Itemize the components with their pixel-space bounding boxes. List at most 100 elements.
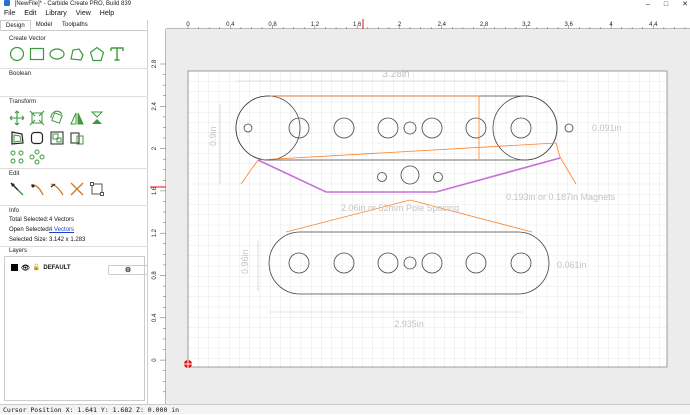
- trim-tool[interactable]: [29, 181, 45, 197]
- vertical-ruler: 2.8 2.4 2 1.6 1.2 0.8 0.4 0: [150, 29, 166, 404]
- ruler-top-label: 4.4: [649, 22, 658, 28]
- total-selected-row: Total Selected: 4 Vectors: [0, 215, 148, 225]
- edit-section: Edit: [0, 170, 148, 178]
- polyline-tool[interactable]: [69, 46, 85, 62]
- panel-tabs: Design Model Toolpaths: [0, 20, 147, 31]
- tab-toolpaths[interactable]: Toolpaths: [57, 20, 93, 30]
- ruler-top-label: 2.4: [438, 22, 447, 28]
- open-selected-link[interactable]: 4 Vectors: [49, 225, 74, 235]
- polygon-tool[interactable]: [89, 46, 105, 62]
- mirror-tool[interactable]: [69, 110, 85, 126]
- app-icon: [4, 0, 10, 7]
- divider: [0, 205, 148, 206]
- ruler-left-label: 2.4: [152, 101, 158, 110]
- transform-tools-row3: [9, 149, 45, 165]
- fillet-tool[interactable]: [29, 130, 45, 146]
- ruler-top-label: 4: [609, 22, 613, 28]
- array-icon: [10, 150, 24, 164]
- join-icon: [50, 183, 64, 196]
- trim-icon: [30, 184, 44, 196]
- transform-tools-row1: [9, 110, 105, 126]
- layer-color-swatch[interactable]: [11, 264, 18, 271]
- eye-icon[interactable]: 👁: [21, 264, 30, 272]
- circle-tool[interactable]: [9, 46, 25, 62]
- menu-library[interactable]: Library: [45, 9, 66, 19]
- selected-size-label: Selected Size:: [9, 237, 48, 243]
- fillet-icon: [30, 131, 44, 145]
- horizontal-ruler-ticks: 0 0.4 0.8 1.2 1.6 2 2.4 2.8 3.2 3.6 4 4.4: [186, 19, 686, 29]
- group-icon: [50, 131, 64, 145]
- join-tool[interactable]: [49, 181, 65, 197]
- layers-list: 👁 🔓 DEFAULT ⚙: [4, 256, 148, 401]
- boolean-title: Boolean: [9, 71, 32, 77]
- node-edit-tool[interactable]: [9, 181, 25, 197]
- left-panel: Design Model Toolpaths Create Vector Boo…: [0, 20, 148, 404]
- align-tool[interactable]: [69, 130, 85, 146]
- extend-tool[interactable]: [69, 181, 85, 197]
- ruler-top-label: 1.6: [353, 22, 362, 28]
- rotate-icon: [50, 110, 63, 124]
- ellipse-tool[interactable]: [49, 46, 65, 62]
- circular-array-icon: [29, 149, 45, 165]
- menu-bar: File Edit Library View Help: [0, 9, 690, 19]
- open-selected-label: Open Selected:: [9, 227, 51, 233]
- selected-size-row: Selected Size: 3.142 x 1.283: [0, 235, 148, 245]
- boolean-section: Boolean: [0, 70, 148, 78]
- text-tool[interactable]: [109, 46, 125, 62]
- scale-tool[interactable]: [29, 110, 45, 126]
- dim-lower-height: 0.96in: [240, 249, 250, 274]
- layers-section: Layers: [0, 247, 148, 255]
- align-icon: [70, 132, 84, 145]
- close-button[interactable]: ✕: [682, 0, 688, 9]
- open-selected-row: Open Selected: 4 Vectors: [0, 225, 148, 235]
- vertical-ruler-ticks: 2.82.421.61.20.80.40: [150, 59, 166, 393]
- selected-size-value: 3.142 x 1.283: [49, 237, 86, 243]
- total-selected-label: Total Selected:: [9, 217, 49, 223]
- rectangle-tool[interactable]: [29, 46, 45, 62]
- ruler-top-label: 2.8: [480, 22, 489, 28]
- array-tool[interactable]: [9, 149, 25, 165]
- extend-icon: [70, 182, 84, 196]
- create-vector-section: Create Vector: [0, 35, 148, 43]
- polyline-icon: [70, 48, 84, 61]
- ruler-top-label: 3.6: [565, 22, 574, 28]
- move-tool[interactable]: [9, 110, 25, 126]
- layer-settings-button[interactable]: ⚙: [108, 265, 148, 275]
- bounding-box-icon: [90, 182, 104, 196]
- title-bar: [NewFile]* - Carbide Create PRO, Build 8…: [0, 0, 690, 9]
- design-canvas[interactable]: 3.28in 0.9in 0.091in 2.06in or 52mm Pole…: [166, 29, 690, 404]
- flip-icon: [90, 111, 104, 124]
- rotate-tool[interactable]: [49, 110, 65, 126]
- create-vector-title: Create Vector: [9, 36, 46, 42]
- menu-edit[interactable]: Edit: [24, 9, 36, 19]
- info-section: Info Total Selected: 4 Vectors Open Sele…: [0, 207, 148, 245]
- tab-design[interactable]: Design: [0, 20, 31, 30]
- ruler-top-label: 0.8: [268, 22, 277, 28]
- ruler-top-label: 2: [398, 22, 402, 28]
- edit-title: Edit: [9, 171, 20, 177]
- lock-icon[interactable]: 🔓: [33, 264, 40, 271]
- transform-section: Transform: [0, 98, 148, 106]
- ellipse-icon: [49, 48, 65, 60]
- menu-file[interactable]: File: [4, 9, 15, 19]
- tab-model[interactable]: Model: [31, 20, 57, 30]
- flip-tool[interactable]: [89, 110, 105, 126]
- bounding-box-tool[interactable]: [89, 181, 105, 197]
- minimize-button[interactable]: –: [646, 0, 650, 9]
- dim-top-width: 3.28in: [382, 69, 409, 80]
- circular-array-tool[interactable]: [29, 149, 45, 165]
- menu-help[interactable]: Help: [100, 9, 114, 19]
- offset-tool[interactable]: [9, 130, 25, 146]
- canvas-drawing[interactable]: 3.28in 0.9in 0.091in 2.06in or 52mm Pole…: [166, 29, 690, 404]
- group-tool[interactable]: [49, 130, 65, 146]
- ruler-left-label: 2: [152, 146, 158, 150]
- layer-row[interactable]: 👁 🔓 DEFAULT ⚙: [11, 263, 148, 275]
- origin-marker: [184, 360, 192, 368]
- ruler-top-label: 0: [186, 22, 190, 28]
- divider: [0, 168, 148, 169]
- maximize-button[interactable]: □: [664, 0, 668, 9]
- window-title: [NewFile]* - Carbide Create PRO, Build 8…: [14, 1, 132, 7]
- menu-view[interactable]: View: [76, 9, 91, 19]
- divider: [0, 68, 148, 69]
- ruler-left-label: 0: [152, 358, 158, 362]
